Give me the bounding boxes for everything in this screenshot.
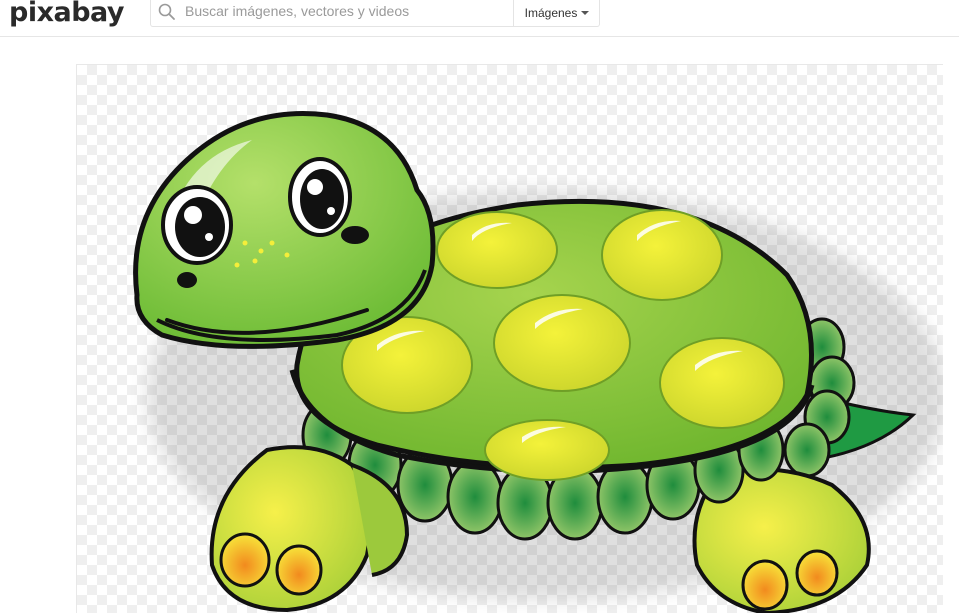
top-bar: pixabay Imágenes	[0, 0, 959, 37]
chevron-down-icon	[581, 11, 590, 15]
media-type-label: Imágenes	[524, 5, 578, 20]
search-divider	[513, 0, 514, 26]
search-input[interactable]	[185, 0, 505, 22]
search-box[interactable]: Imágenes	[150, 0, 600, 27]
media-type-dropdown[interactable]: Imágenes	[515, 0, 599, 26]
pixabay-logo[interactable]: pixabay	[9, 0, 125, 28]
search-icon[interactable]	[157, 2, 177, 22]
preview-image[interactable]	[76, 64, 943, 613]
turtle-illustration	[133, 110, 943, 613]
